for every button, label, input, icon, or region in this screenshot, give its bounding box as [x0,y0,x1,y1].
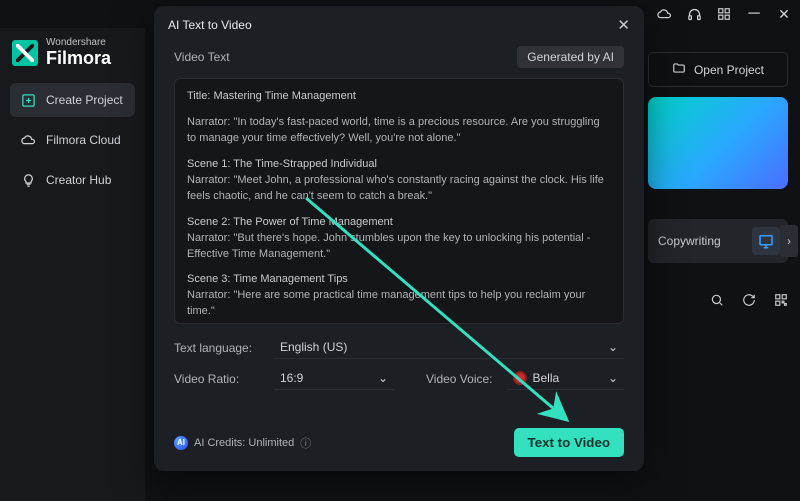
chevron-right-icon[interactable]: › [780,225,798,257]
dialog-header: AI Text to Video ✕ [154,6,644,40]
chevron-down-icon: ⌄ [608,371,618,385]
ai-screen-icon [752,227,780,255]
grid-icon[interactable] [716,6,732,22]
search-icon[interactable] [710,293,724,310]
plus-square-icon [20,92,36,108]
scene-body: Narrator: "But there's hope. John stumbl… [187,231,611,263]
close-icon[interactable]: ✕ [617,16,630,34]
generated-by-ai-button[interactable]: Generated by AI [517,46,624,68]
open-project-label: Open Project [694,63,764,77]
scene-heading: Scene 2: The Power of Time Management [187,215,611,231]
scene-heading: Scene 3: Time Management Tips [187,272,611,288]
minimize-icon[interactable]: ─ [746,6,762,22]
folder-icon [672,61,686,78]
brand-line1: Wondershare [46,38,111,49]
sidebar-item-label: Create Project [46,93,123,107]
toolbar-row [648,273,788,310]
sidebar-item-creator-hub[interactable]: Creator Hub [10,163,135,197]
dialog-title: AI Text to Video [168,18,252,32]
ratio-value: 16:9 [280,371,303,385]
language-label: Text language: [174,341,260,355]
scene-body: Narrator: "Meet John, a professional who… [187,173,611,205]
ratio-select[interactable]: 16:9 ⌄ [274,367,394,390]
info-icon[interactable]: ⓘ [300,435,311,451]
dialog-ai-text-to-video: AI Text to Video ✕ Video Text Generated … [154,6,644,471]
close-icon[interactable]: ✕ [776,6,792,22]
brand-text: Wondershare Filmora [46,38,111,67]
refresh-icon[interactable] [742,293,756,310]
dialog-footer: AI AI Credits: Unlimited ⓘ Text to Video [154,416,644,471]
ai-credits: AI AI Credits: Unlimited ⓘ [174,435,311,451]
logo-icon [12,40,38,66]
voice-select[interactable]: Bella ⌄ [507,367,625,390]
voice-label: Video Voice: [426,372,493,386]
text-to-video-button[interactable]: Text to Video [514,428,624,457]
bulb-icon [20,172,36,188]
sidebar-item-create-project[interactable]: Create Project [10,83,135,117]
chevron-down-icon: ⌄ [378,371,388,385]
script-intro: Narrator: "In today's fast-paced world, … [187,115,611,147]
credits-label: AI Credits: Unlimited [194,437,294,449]
dialog-body: Video Text Generated by AI Title: Master… [154,40,644,416]
ai-badge-icon: AI [174,436,188,450]
scene-heading: Scene 1: The Time-Strapped Individual [187,157,611,173]
language-select[interactable]: English (US) ⌄ [274,336,624,359]
voice-avatar-icon [513,371,527,385]
preview-thumbnail[interactable] [648,97,788,189]
cloud-icon[interactable] [656,6,672,22]
sidebar-item-filmora-cloud[interactable]: Filmora Cloud [10,123,135,157]
script-textarea[interactable]: Title: Mastering Time Management Narrato… [174,78,624,324]
ratio-label: Video Ratio: [174,372,260,386]
scene-body: Narrator: "Here are some practical time … [187,288,611,320]
nav: Create Project Filmora Cloud Creator Hub [0,83,145,197]
language-value: English (US) [280,340,347,354]
cloud-icon [20,132,36,148]
headset-icon[interactable] [686,6,702,22]
video-text-label: Video Text [174,50,230,64]
brand-line2: Filmora [46,49,111,68]
chevron-down-icon: ⌄ [608,340,618,354]
right-rail: Open Project Copywriting › [648,52,788,310]
sidebar: Wondershare Filmora Create Project Filmo… [0,28,145,501]
sidebar-item-label: Filmora Cloud [46,133,121,147]
selectors: Text language: English (US) ⌄ Video Rati… [174,334,624,390]
feature-card-copywriting[interactable]: Copywriting › [648,219,788,263]
grid-view-icon[interactable] [774,293,788,310]
voice-value: Bella [533,371,560,385]
script-title: Title: Mastering Time Management [187,89,611,105]
brand: Wondershare Filmora [0,34,145,83]
feature-card-label: Copywriting [658,234,721,248]
open-project-button[interactable]: Open Project [648,52,788,87]
sidebar-item-label: Creator Hub [46,173,111,187]
